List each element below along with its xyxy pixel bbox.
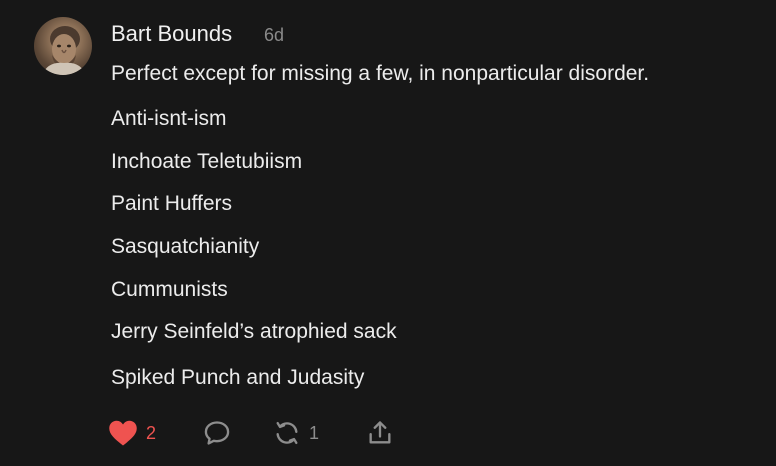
- restack-count: 1: [309, 422, 320, 443]
- comment-text-line: Anti-isnt-ism: [111, 107, 227, 130]
- share-button[interactable]: [366, 418, 394, 448]
- restack-icon: [273, 419, 301, 447]
- comment-text-line: Perfect except for missing a few, in non…: [111, 62, 650, 85]
- comment-text-line: Sasquatchianity: [111, 235, 260, 258]
- like-button[interactable]: 2: [108, 418, 156, 448]
- comment-text-line: Cummunists: [111, 278, 228, 301]
- reply-button[interactable]: [203, 418, 231, 448]
- avatar[interactable]: [34, 17, 92, 75]
- comment-text-line: Spiked Punch and Judasity: [111, 366, 365, 389]
- comment-icon: [203, 419, 231, 447]
- comment-author[interactable]: Bart Bounds: [111, 21, 232, 47]
- comment-timestamp[interactable]: 6d: [264, 25, 284, 46]
- avatar-icon: [42, 26, 86, 75]
- comment-text-line: Inchoate Teletubiism: [111, 150, 303, 173]
- share-icon: [366, 419, 394, 447]
- comment-text-line: Jerry Seinfeld’s atrophied sack: [111, 320, 397, 343]
- heart-icon: [108, 419, 138, 447]
- comment-text-line: Paint Huffers: [111, 192, 233, 215]
- restack-button[interactable]: 1: [273, 418, 319, 448]
- like-count: 2: [146, 422, 157, 443]
